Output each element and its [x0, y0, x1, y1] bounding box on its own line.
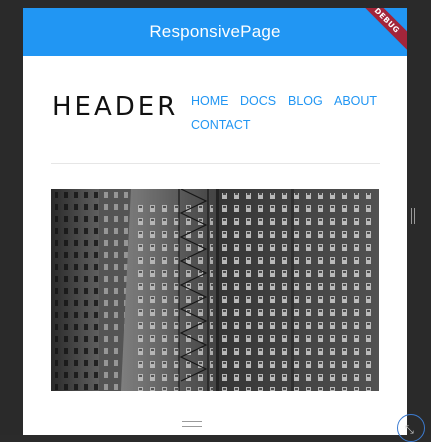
page-logo: HEADER — [52, 92, 179, 122]
app-window: ResponsivePage DEBUG HEADER HOME DOCS BL… — [23, 8, 407, 435]
nav-link-about[interactable]: ABOUT — [334, 94, 377, 108]
page-content: HEADER HOME DOCS BLOG ABOUT CONTACT — [23, 56, 407, 435]
nav-link-contact[interactable]: CONTACT — [191, 118, 251, 132]
header-divider — [51, 163, 380, 164]
nav-link-home[interactable]: HOME — [191, 94, 229, 108]
resize-handle-bottom[interactable] — [182, 421, 202, 427]
resize-handle-right[interactable] — [411, 208, 415, 224]
building-photo-icon — [51, 189, 379, 391]
nav-link-docs[interactable]: DOCS — [240, 94, 276, 108]
hero-image — [51, 189, 379, 391]
app-bar: ResponsivePage DEBUG — [23, 8, 407, 58]
app-bar-title: ResponsivePage — [149, 22, 281, 41]
nav-link-blog[interactable]: BLOG — [288, 94, 323, 108]
